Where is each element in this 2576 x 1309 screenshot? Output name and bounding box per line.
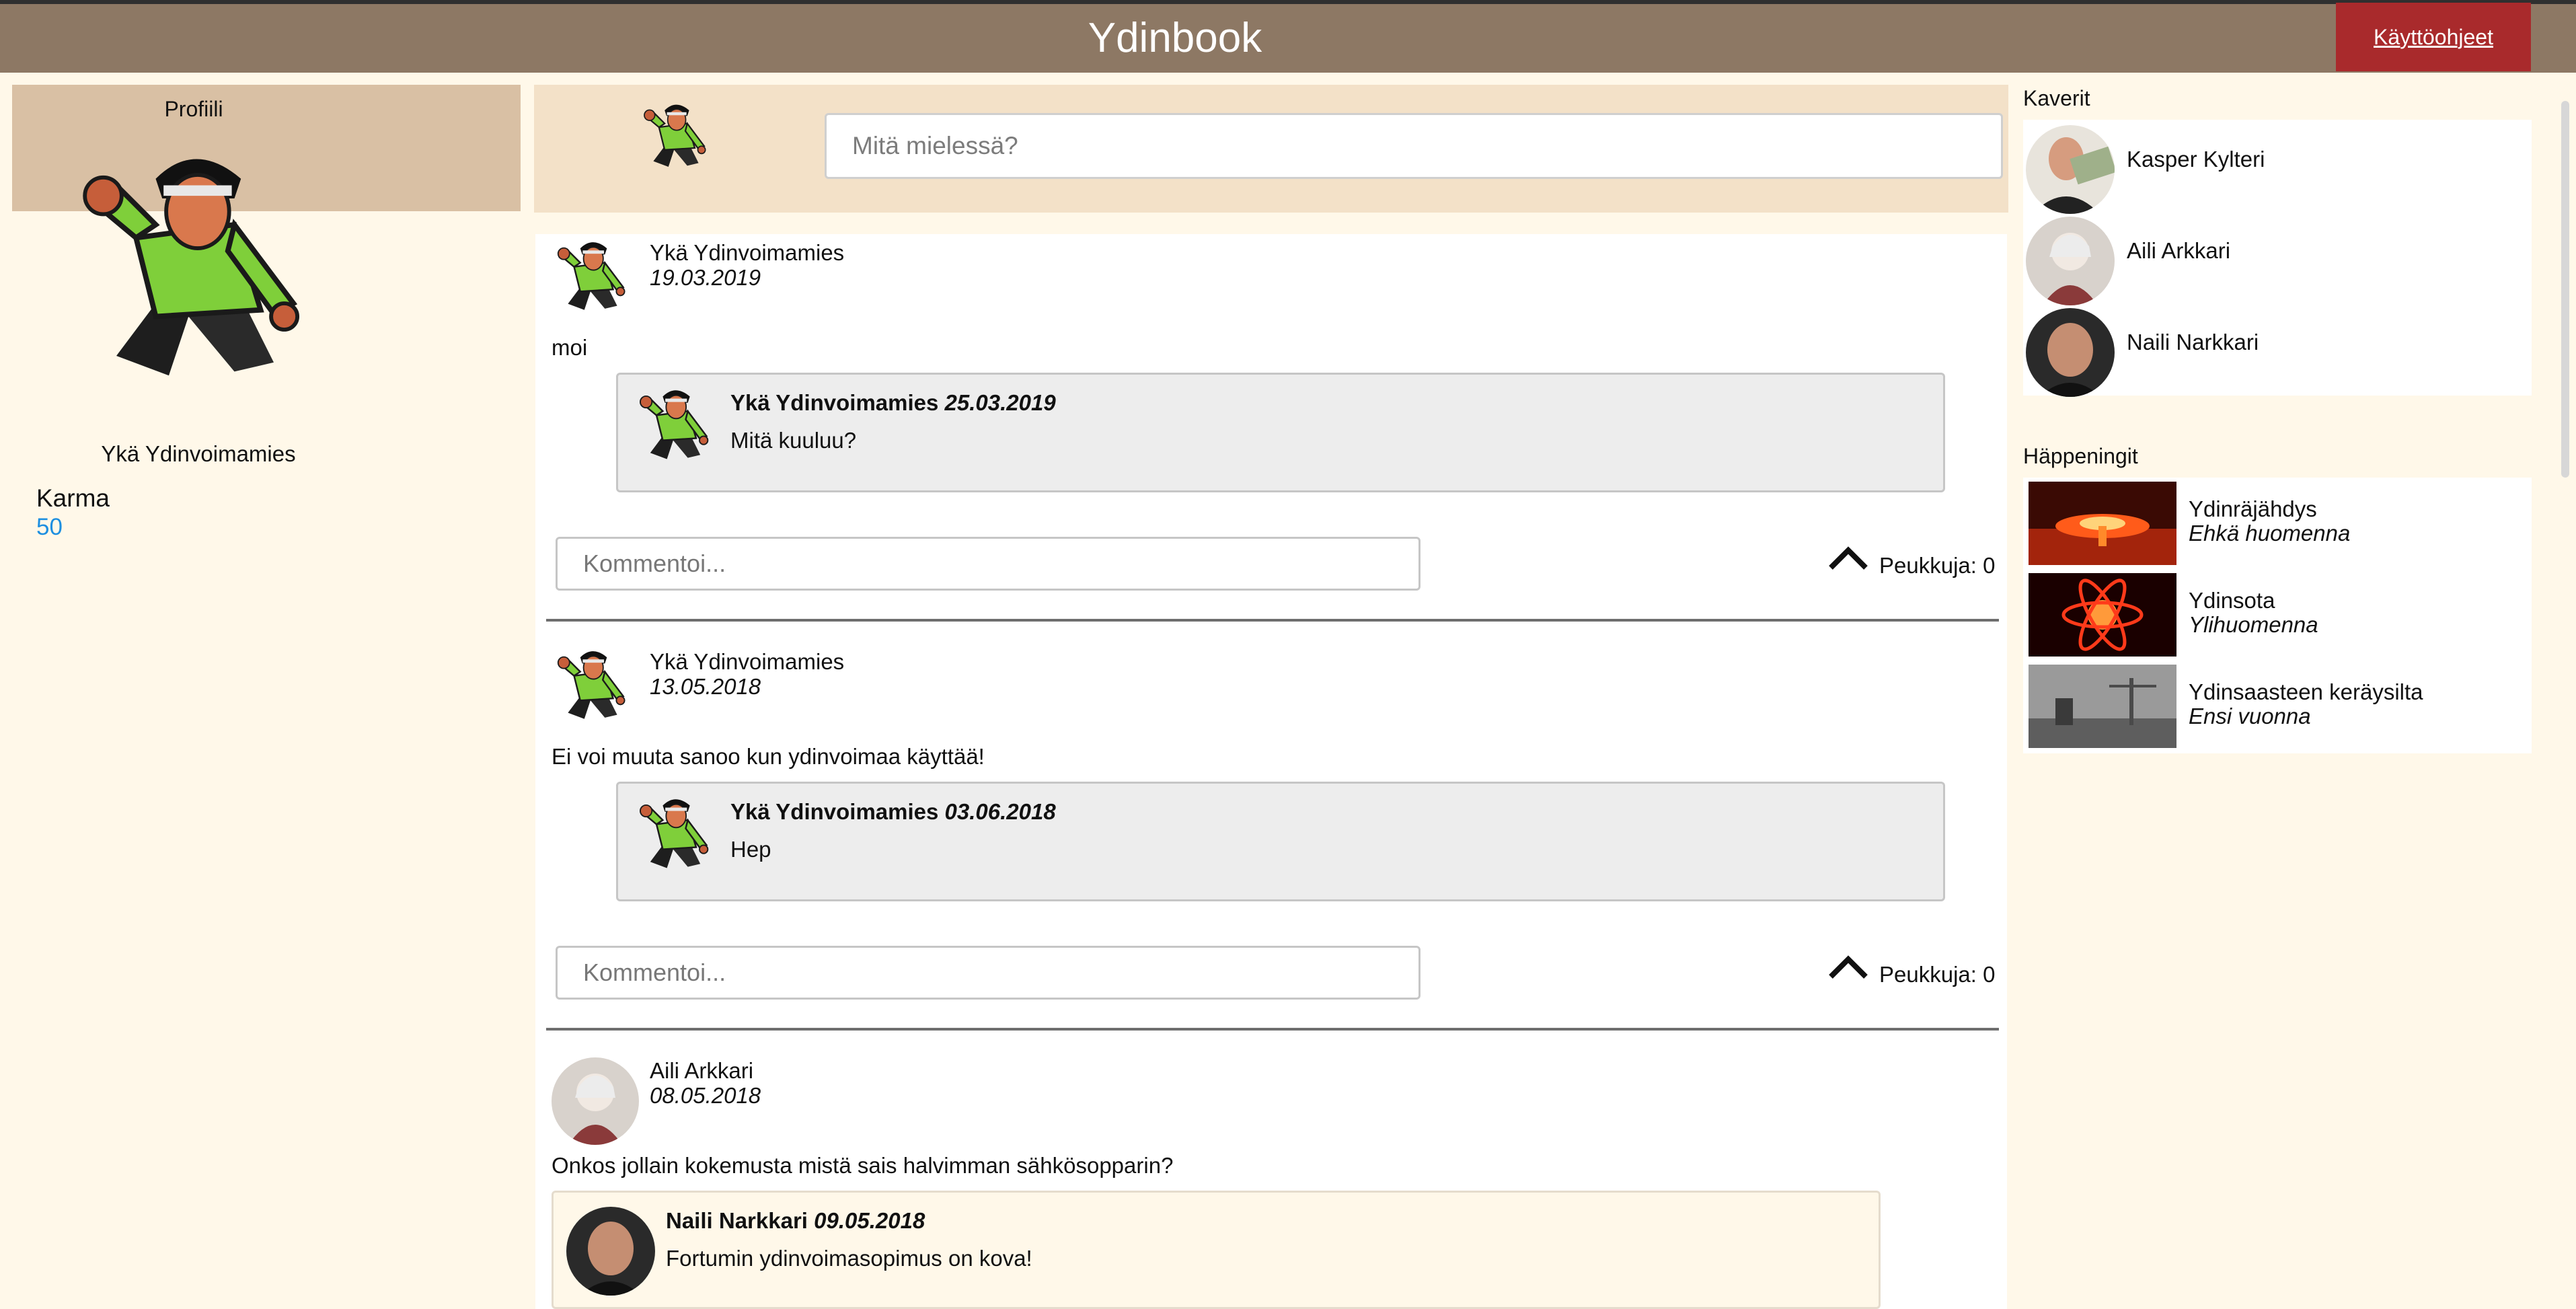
event-when: Ylihuomenna (2189, 612, 2318, 637)
comment-input[interactable] (556, 946, 1420, 1000)
event-when: Ehkä huomenna (2189, 521, 2351, 546)
atom-image[interactable] (2029, 573, 2176, 657)
karma-value: 50 (36, 514, 63, 540)
comment-text: Hep (730, 837, 771, 862)
composer-avatar (636, 101, 716, 176)
friend-avatar[interactable] (2026, 125, 2115, 214)
comment-author: Ykä Ydinvoimamies (730, 799, 939, 824)
divider (546, 1028, 1999, 1031)
post-text: moi (552, 335, 588, 360)
post-author[interactable]: Aili Arkkari (650, 1058, 753, 1084)
app-title: Ydinbook (1088, 15, 1262, 61)
post-text: Onkos jollain kokemusta mistä sais halvi… (552, 1153, 1174, 1178)
post-date: 19.03.2019 (650, 265, 761, 290)
post-avatar[interactable] (552, 647, 634, 729)
comment-date: 03.06.2018 (944, 799, 1056, 824)
comment-avatar (632, 386, 718, 470)
comment-author: Naili Narkkari (666, 1208, 808, 1233)
thumbs-up-icon[interactable] (1827, 545, 1870, 572)
profile-name: Ykä Ydinvoimamies (101, 441, 296, 466)
likes-count: Peukkuja: 0 (1879, 553, 1996, 578)
friend-name[interactable]: Naili Narkkari (2127, 330, 2259, 355)
likes-count: Peukkuja: 0 (1879, 962, 1996, 987)
post-date: 13.05.2018 (650, 674, 761, 699)
status-input[interactable] (825, 113, 2003, 179)
profile-title: Profiili (164, 97, 223, 121)
comment-date: 25.03.2019 (944, 390, 1056, 415)
divider (546, 619, 1999, 622)
profile-avatar (64, 143, 326, 412)
comment-text: Fortumin ydinvoimasopimus on kova! (666, 1246, 1032, 1271)
window-top-edge (0, 0, 2576, 4)
comment-author: Ykä Ydinvoimamies (730, 390, 939, 415)
event-name[interactable]: Ydinräjähdys (2189, 496, 2317, 522)
comment-header: Ykä Ydinvoimamies 25.03.2019 (730, 390, 1056, 416)
friend-name[interactable]: Aili Arkkari (2127, 238, 2230, 264)
post-avatar[interactable] (552, 238, 634, 320)
post-date: 08.05.2018 (650, 1083, 761, 1108)
karma-label: Karma (36, 484, 110, 512)
friends-title: Kaverit (2023, 86, 2090, 110)
event-name[interactable]: Ydinsaasteen keräysilta (2189, 679, 2423, 705)
comment-input[interactable] (556, 537, 1420, 591)
comment-header: Ykä Ydinvoimamies 03.06.2018 (730, 799, 1056, 825)
explosion-image[interactable] (2029, 482, 2176, 565)
event-name[interactable]: Ydinsota (2189, 588, 2275, 613)
comment-header: Naili Narkkari 09.05.2018 (666, 1208, 925, 1234)
comment-text: Mitä kuuluu? (730, 428, 857, 453)
post-text: Ei voi muuta sanoo kun ydinvoimaa käyttä… (552, 744, 985, 769)
events-title: Häppeningit (2023, 444, 2138, 468)
event-when: Ensi vuonna (2189, 704, 2311, 728)
comment-date: 09.05.2018 (814, 1208, 925, 1233)
friend-avatar[interactable] (2026, 308, 2115, 397)
post-author[interactable]: Ykä Ydinvoimamies (650, 649, 844, 675)
post-author[interactable]: Ykä Ydinvoimamies (650, 240, 844, 266)
comment-avatar (566, 1207, 655, 1296)
friend-avatar[interactable] (2026, 217, 2115, 305)
post-avatar[interactable] (552, 1057, 639, 1145)
foggy-image[interactable] (2029, 665, 2176, 748)
help-button[interactable]: Käyttöohjeet (2336, 3, 2531, 71)
scrollbar[interactable] (2561, 101, 2569, 478)
friend-name[interactable]: Kasper Kylteri (2127, 147, 2265, 172)
comment-avatar (632, 795, 718, 878)
thumbs-up-icon[interactable] (1827, 954, 1870, 981)
